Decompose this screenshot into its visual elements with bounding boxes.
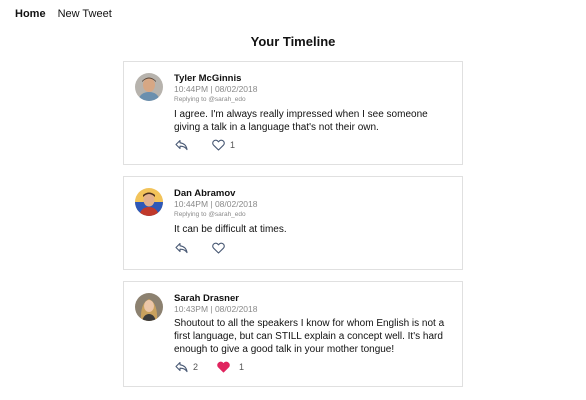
tweet-timestamp: 10:44PM | 08/02/2018 [174,84,258,94]
like-count: 1 [239,362,245,372]
avatar[interactable] [135,188,163,216]
tweet-text: Shoutout to all the speakers I know for … [174,318,445,355]
reply-count: 2 [193,362,199,372]
reply-icon [175,361,188,373]
page-title: Your Timeline [250,34,336,49]
tweet-actions: 2 1 [175,361,244,373]
avatar[interactable] [135,73,163,101]
reply-icon [175,242,188,254]
heart-outline-icon [212,139,225,151]
like-button[interactable]: 1 [217,361,244,373]
tweet-text: I agree. I'm always really impressed whe… [174,109,428,133]
tweet-author[interactable]: Sarah Drasner [174,293,239,304]
heart-outline-icon [212,242,225,254]
like-button[interactable]: 1 [212,139,235,151]
replying-to[interactable]: Replying to @sarah_edo [174,96,246,103]
tweet-card[interactable]: Dan Abramov 10:44PM | 08/02/2018 Replyin… [123,176,463,270]
nav-new-tweet-link[interactable]: New Tweet [58,8,112,20]
replying-to[interactable]: Replying to @sarah_edo [174,211,246,218]
tweet-card[interactable]: Sarah Drasner 10:43PM | 08/02/2018 Shout… [123,281,463,387]
reply-button[interactable] [175,139,193,151]
nav-home-link[interactable]: Home [15,8,46,20]
tweet-actions [175,242,230,254]
tweet-author[interactable]: Tyler McGinnis [174,73,241,84]
reply-button[interactable]: 2 [175,361,198,373]
avatar[interactable] [135,293,163,321]
tweet-author[interactable]: Dan Abramov [174,188,235,199]
tweet-actions: 1 [175,139,235,151]
tweet-timestamp: 10:44PM | 08/02/2018 [174,199,258,209]
reply-icon [175,139,188,151]
like-count: 1 [230,140,236,150]
top-nav: Home New Tweet [15,8,112,20]
tweet-text: It can be difficult at times. [174,224,287,235]
reply-button[interactable] [175,242,193,254]
like-button[interactable] [212,242,230,254]
heart-filled-icon [217,361,230,373]
tweet-card[interactable]: Tyler McGinnis 10:44PM | 08/02/2018 Repl… [123,61,463,165]
tweet-timestamp: 10:43PM | 08/02/2018 [174,304,258,314]
timeline: Tyler McGinnis 10:44PM | 08/02/2018 Repl… [123,61,463,398]
